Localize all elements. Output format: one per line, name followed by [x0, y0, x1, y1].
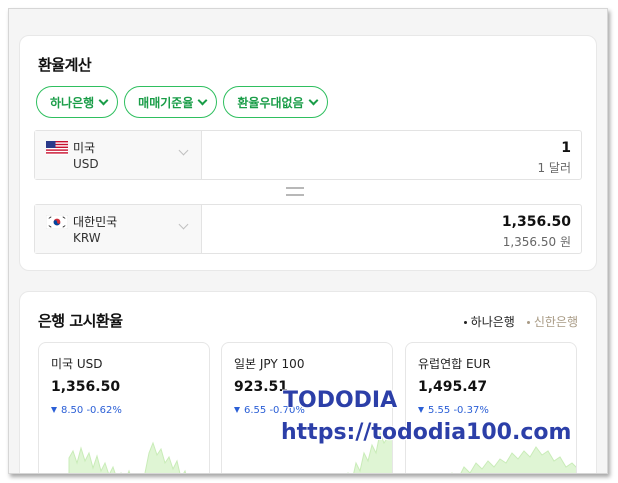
rate-change-percent: -0.62% — [86, 405, 122, 416]
sparkline-chart — [68, 441, 187, 473]
bank-select-label: 하나은행 — [50, 95, 95, 110]
to-amount-input[interactable]: 1,356.50 1,356.50 원 — [202, 205, 581, 253]
from-currency-row: 미국 USD 1 1 달러 — [34, 130, 582, 180]
rate-change-amount: 6.55 — [244, 405, 267, 416]
to-amount: 1,356.50 — [501, 214, 571, 230]
from-currency-code: USD — [73, 157, 99, 171]
from-amount: 1 — [561, 140, 571, 156]
from-amount-input[interactable]: 1 1 달러 — [202, 131, 581, 179]
rate-card-title: 유럽연합 EUR — [418, 357, 491, 371]
watermark-url: https://tododia100.com — [281, 420, 572, 445]
chevron-down-icon — [178, 219, 189, 230]
from-currency-name: 미국 — [73, 141, 96, 155]
tab-hana-label: 하나은행 — [470, 315, 515, 329]
chevron-down-icon — [197, 95, 208, 105]
bank-rates-card: 은행 고시환율 하나은행 신한은행 미국 USD 1,356.50 8.50 -… — [19, 291, 597, 473]
chevron-down-icon — [178, 145, 189, 156]
rate-card-value: 1,356.50 — [51, 379, 121, 395]
discount-chip[interactable]: 환율우대없음 — [223, 86, 328, 118]
watermark-title: TODODIA — [283, 388, 398, 413]
unselected-dot-icon — [526, 321, 530, 324]
bank-select-chip[interactable]: 하나은행 — [36, 86, 119, 118]
rate-change-amount: 5.55 — [428, 405, 451, 416]
discount-label: 환율우대없음 — [237, 95, 304, 110]
rate-change-amount: 8.50 — [61, 405, 84, 416]
kr-flag-icon — [46, 215, 68, 229]
exchange-calculator: 환율계산 하나은행 매매기준율 환율우대없음 미국 USD 1 1 달러 대한민… — [19, 35, 597, 271]
rate-card-change: 8.50 -0.62% — [51, 405, 122, 416]
chevron-down-icon — [98, 95, 109, 105]
rate-type-chip[interactable]: 매매기준율 — [124, 86, 218, 118]
down-arrow-icon — [418, 407, 424, 413]
rate-change-percent: -0.37% — [453, 405, 489, 416]
tab-shinhan-label: 신한은행 — [533, 315, 578, 329]
rate-card-change: 5.55 -0.37% — [418, 405, 489, 416]
rate-card-title: 일본 JPY 100 — [234, 357, 305, 371]
rate-card-title: 미국 USD — [51, 357, 103, 371]
selected-dot-icon — [463, 321, 467, 324]
chevron-down-icon — [308, 95, 319, 105]
equals-icon — [286, 187, 304, 196]
from-amount-text: 1 달러 — [537, 161, 571, 175]
from-currency-select[interactable]: 미국 USD — [35, 131, 202, 179]
to-currency-select[interactable]: 대한민국 KRW — [35, 205, 202, 253]
to-currency-name: 대한민국 — [73, 215, 118, 229]
rate-card-value: 923.51 — [234, 379, 289, 395]
to-currency-row: 대한민국 KRW 1,356.50 1,356.50 원 — [34, 204, 582, 254]
calculator-title: 환율계산 — [38, 56, 92, 74]
tab-hana-bank[interactable]: 하나은행 — [463, 313, 515, 330]
rate-card-value: 1,495.47 — [418, 379, 488, 395]
bank-rates-title: 은행 고시환율 — [38, 312, 123, 330]
tab-shinhan-bank[interactable]: 신한은행 — [526, 313, 578, 330]
bank-tabs: 하나은행 신한은행 — [463, 313, 578, 330]
filter-chips: 하나은행 매매기준율 환율우대없음 — [36, 86, 328, 118]
down-arrow-icon — [51, 407, 57, 413]
rate-card-usd[interactable]: 미국 USD 1,356.50 8.50 -0.62% — [38, 342, 210, 473]
rate-card-eur[interactable]: 유럽연합 EUR 1,495.47 5.55 -0.37% — [405, 342, 577, 473]
down-arrow-icon — [234, 407, 240, 413]
us-flag-icon — [46, 141, 68, 155]
to-currency-code: KRW — [73, 231, 101, 245]
to-amount-text: 1,356.50 원 — [502, 235, 571, 249]
rate-type-label: 매매기준율 — [138, 95, 194, 110]
